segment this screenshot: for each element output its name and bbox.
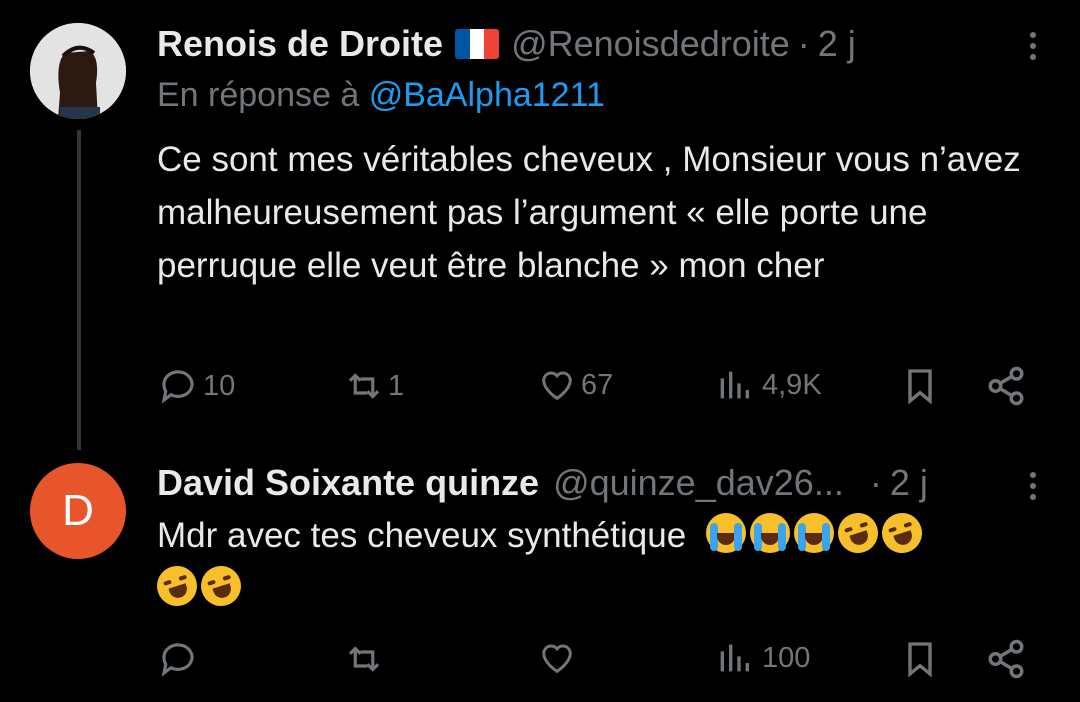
bookmark-icon [908,642,932,678]
tweet-renois[interactable]: Renois de Droite @Renoisdedroite · 2 j E… [0,0,1080,440]
avatar[interactable]: D [30,463,126,559]
rolling-laughing-face-icon [151,560,203,612]
separator-dot: · [869,462,882,503]
action-bar: 100 [157,638,1037,688]
share-icon [988,639,1024,679]
user-handle[interactable]: @Renoisdedroite [511,22,790,66]
user-handle[interactable]: @quinze_dav26... [553,461,844,505]
views-chart-icon [720,371,749,399]
action-bar: 10 1 67 4,9K [157,365,1037,415]
tweet-david[interactable]: D David Soixante quinze @quinze_dav26...… [0,440,1080,702]
views-chart-icon [720,644,749,672]
reply-icon [161,643,194,677]
reply-context: En réponse à @BaAlpha1211 [157,76,605,115]
view-count: 100 [762,641,811,674]
repost-count: 1 [388,369,405,402]
tweet-text-body: Mdr avec tes cheveux synthétique [157,516,687,555]
like-count: 67 [581,368,614,401]
loudly-crying-face-icon [705,513,746,553]
loudly-crying-face-icon [793,513,834,553]
bookmark-button[interactable] [900,365,940,407]
views-button[interactable]: 4,9K [714,365,822,405]
share-button[interactable] [985,365,1027,407]
reply-count: 10 [203,369,236,402]
tweet-text: Ce sont mes véritables cheveux , Monsieu… [157,140,1021,285]
timestamp[interactable]: 2 j [818,22,856,66]
like-button[interactable]: 67 [537,365,613,405]
share-button[interactable] [985,638,1027,680]
rolling-laughing-face-icon [195,560,247,612]
display-name[interactable]: David Soixante quinze [157,461,539,505]
heart-icon [542,371,572,401]
repost-button[interactable] [342,638,386,680]
tweet-header: David Soixante quinze @quinze_dav26... ·… [157,461,928,505]
timestamp[interactable]: 2 j [890,461,928,505]
display-name[interactable]: Renois de Droite [157,22,443,66]
repost-button[interactable]: 1 [342,365,404,407]
reply-prefix: En réponse à [157,76,369,114]
bookmark-icon [908,369,932,405]
reply-button[interactable]: 10 [157,365,235,407]
more-options-icon[interactable] [1030,472,1036,500]
reply-mention-link[interactable]: @BaAlpha1211 [369,76,605,114]
raised-fist-avatar-icon [30,23,126,119]
reply-button[interactable] [157,638,199,680]
tweet-header: Renois de Droite @Renoisdedroite · 2 j [157,22,856,66]
repost-icon [348,646,380,672]
reply-icon [161,370,194,404]
view-count: 4,9K [762,368,822,401]
heart-icon [542,644,572,674]
more-options-icon[interactable] [1030,32,1036,60]
views-button[interactable]: 100 [714,638,810,678]
tweet-text: Mdr avec tes cheveux synthétique [151,507,1047,615]
bookmark-button[interactable] [900,638,940,680]
like-button[interactable] [537,638,577,678]
avatar-letter: D [62,486,94,535]
rolling-laughing-face-icon [876,507,928,559]
separator-dot: · [797,23,810,64]
repost-icon [348,373,380,399]
loudly-crying-face-icon [749,513,790,553]
french-flag-icon [455,29,500,59]
rolling-laughing-face-icon [832,507,884,559]
share-icon [988,366,1024,406]
avatar[interactable] [30,23,126,119]
